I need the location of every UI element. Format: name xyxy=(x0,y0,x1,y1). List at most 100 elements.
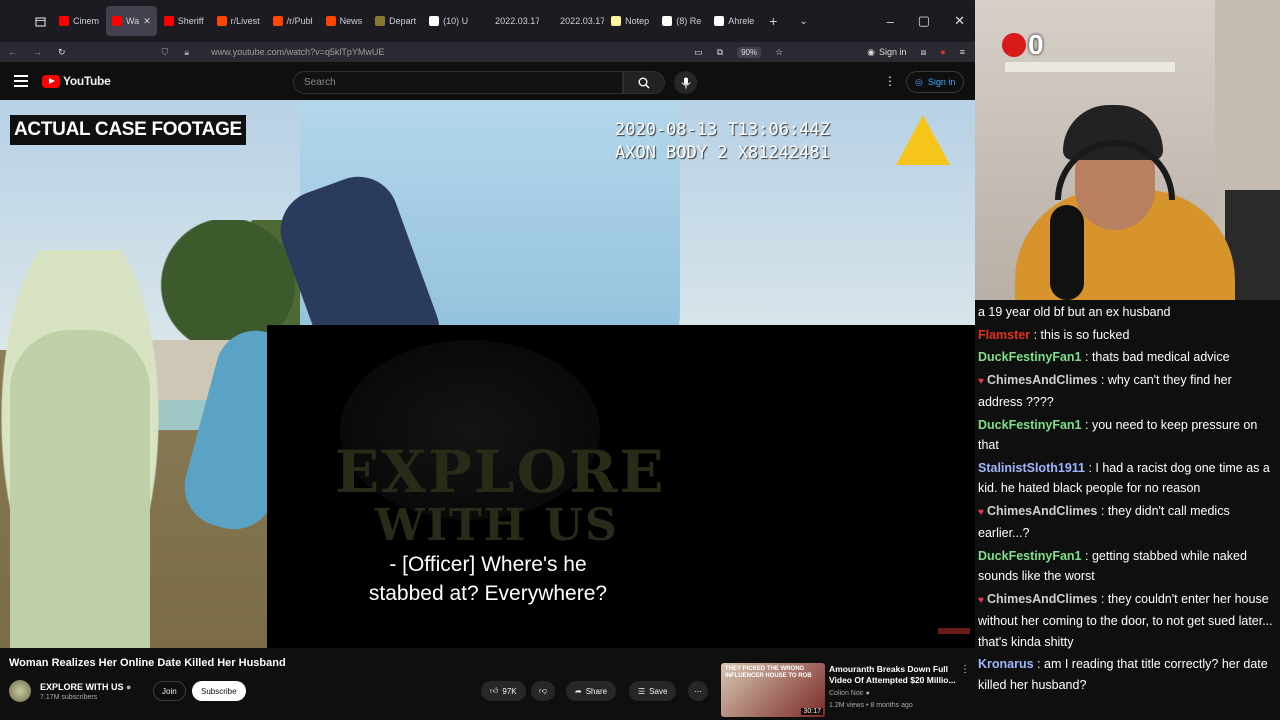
tab-label: News xyxy=(339,16,363,26)
tab-favicon-icon xyxy=(272,16,283,26)
tab-label: Depart xyxy=(389,16,417,26)
chat-username[interactable]: Kronarus xyxy=(978,657,1034,671)
minimize-icon[interactable]: – xyxy=(887,14,894,29)
browser-tab[interactable]: Sheriff xyxy=(158,6,210,36)
save-button[interactable]: ☰ Save xyxy=(629,681,677,701)
back-icon[interactable]: ← xyxy=(8,47,17,57)
browser-tab[interactable]: 2022.03.17 xyxy=(540,6,604,36)
video-player[interactable]: EXPLORE WITH US ACTUAL CASE FOOTAGE 2020… xyxy=(0,100,975,648)
search-input[interactable]: Search xyxy=(293,71,623,94)
tab-label: Cinem xyxy=(73,16,100,26)
bookmark-star-icon[interactable]: ☆ xyxy=(775,47,783,58)
chat-username[interactable]: DuckFestinyFan1 xyxy=(978,549,1082,563)
chat-username[interactable]: ChimesAndClimes xyxy=(987,373,1097,387)
nav-right-tools: ▭ ⧉ 90% ☆ ◉ Sign in ⧈ ● ≡ xyxy=(694,46,975,58)
tab-list-icon[interactable] xyxy=(27,0,53,42)
browser-sign-in[interactable]: Sign in xyxy=(879,47,907,57)
recommended-channel[interactable]: Colion Noir ● xyxy=(829,690,870,697)
live-chat: a 19 year old bf but an ex husband Flamst… xyxy=(975,300,1280,720)
browser-tab[interactable]: r/Livest xyxy=(211,6,266,36)
youtube-logo[interactable]: YouTube xyxy=(42,74,111,88)
heart-icon: ♥ xyxy=(978,594,984,606)
tab-overflow-icon[interactable]: ⌄ xyxy=(799,16,807,27)
save-label: Save xyxy=(649,686,668,696)
recommended-meta: 1.2M views • 8 months ago xyxy=(829,702,913,709)
tab-close-icon[interactable]: ✕ xyxy=(143,16,151,27)
chat-text: a 19 year old bf but an ex husband xyxy=(978,305,1171,319)
picture-in-picture-icon[interactable]: ⧉ xyxy=(717,47,723,58)
chat-username[interactable]: Flamster xyxy=(978,328,1030,342)
subscribe-button[interactable]: Subscribe xyxy=(192,681,246,701)
chat-username[interactable]: DuckFestinyFan1 xyxy=(978,350,1082,364)
reader-view-icon[interactable]: ▭ xyxy=(694,47,703,58)
channel-name[interactable]: EXPLORE WITH US ● xyxy=(40,682,131,692)
tab-strip: Cinem Wa ✕ Sheriff r/Livest/r/Publ News Depart… xyxy=(53,6,761,36)
recommended-title[interactable]: Amouranth Breaks Down Full Video Of Atte… xyxy=(829,664,957,686)
maximize-icon[interactable]: ▢ xyxy=(918,13,930,29)
tab-label: 2022.03.17 xyxy=(495,16,540,26)
chat-separator: : xyxy=(1030,327,1041,342)
account-icon[interactable]: ◉ xyxy=(867,47,875,58)
browser-tab[interactable]: (10) U xyxy=(423,6,474,36)
share-label: Share xyxy=(585,686,608,696)
channel-avatar[interactable] xyxy=(9,680,31,702)
tab-favicon-icon xyxy=(481,16,492,26)
url-bar[interactable]: www.youtube.com/watch?v=q5klTpYMwUE xyxy=(211,47,384,57)
dislike-button[interactable]: 👎︎ xyxy=(531,681,556,701)
chat-message: Kronarus : am I reading that title corre… xyxy=(978,654,1277,697)
shield-icon[interactable]: ⛉ xyxy=(162,47,169,58)
chat-username[interactable]: StalinistSloth1911 xyxy=(978,461,1085,475)
extensions-icon[interactable]: ⧈ xyxy=(921,47,927,58)
search-button[interactable] xyxy=(623,71,665,94)
new-tab-button[interactable]: + xyxy=(769,13,777,29)
browser-tab[interactable]: /r/Publ xyxy=(267,6,319,36)
reload-icon[interactable]: ↻ xyxy=(58,47,66,58)
tab-favicon-icon xyxy=(429,16,440,26)
chat-username[interactable]: ChimesAndClimes xyxy=(987,592,1097,606)
lock-icon[interactable]: 🔒︎ xyxy=(184,47,189,58)
like-button[interactable]: 👍︎ 97K xyxy=(481,681,526,701)
timestamp-line-1: 2020-08-13 T13:06:44Z xyxy=(615,120,830,140)
zoom-level[interactable]: 90% xyxy=(737,46,762,58)
browser-tab[interactable]: Notep xyxy=(605,6,655,36)
share-button[interactable]: ➦ Share xyxy=(566,681,617,701)
browser-tab[interactable]: (8) Re xyxy=(656,6,707,36)
thumbnail-text: THEY PICKED THE WRONG INFLUENCER HOUSE T… xyxy=(725,666,812,679)
recommended-channel-text: Colion Noir xyxy=(829,690,864,697)
menu-icon[interactable]: ≡ xyxy=(960,47,965,57)
more-actions-button[interactable]: ⋯ xyxy=(688,681,708,701)
close-window-icon[interactable]: ✕ xyxy=(954,13,965,29)
microphone-icon xyxy=(681,77,690,88)
recommended-thumbnail[interactable]: THEY PICKED THE WRONG INFLUENCER HOUSE T… xyxy=(721,663,825,717)
browser-tab[interactable]: Cinem xyxy=(53,6,105,36)
browser-tab[interactable]: Ahrele xyxy=(708,6,760,36)
heart-icon: ♥ xyxy=(978,506,984,518)
settings-kebab-icon[interactable]: ⋮ xyxy=(884,74,896,88)
youtube-play-icon xyxy=(42,74,60,88)
subtitle-line-2: stabbed at? Everywhere? xyxy=(368,582,608,605)
tab-favicon-icon xyxy=(216,16,227,26)
browser-tab[interactable]: Depart xyxy=(369,6,422,36)
join-button[interactable]: Join xyxy=(153,681,186,701)
addon-badge-icon[interactable]: ● xyxy=(940,47,945,57)
browser-tab[interactable]: News xyxy=(320,6,369,36)
forward-icon[interactable]: → xyxy=(33,47,42,57)
chat-username[interactable]: DuckFestinyFan1 xyxy=(978,418,1082,432)
watermark-line-2: WITH US xyxy=(375,500,619,551)
search-icon xyxy=(638,77,650,89)
hamburger-menu-icon[interactable] xyxy=(14,75,28,87)
voice-search-button[interactable] xyxy=(674,71,697,94)
channel-name-text: EXPLORE WITH US xyxy=(40,682,124,692)
thumbs-up-icon: 👍︎ xyxy=(490,686,499,695)
browser-tab[interactable]: Wa ✕ xyxy=(106,6,157,36)
chat-text: thats bad medical advice xyxy=(1091,350,1230,364)
chat-separator: : xyxy=(1081,350,1092,364)
verified-icon: ● xyxy=(126,682,132,692)
counter-value: 0 xyxy=(1028,29,1044,60)
browser-tab[interactable]: 2022.03.17 xyxy=(475,6,539,36)
recommended-menu-icon[interactable]: ⋮ xyxy=(960,664,970,675)
chat-username[interactable]: ChimesAndClimes xyxy=(987,504,1097,518)
youtube-sign-in-button[interactable]: ◎ Sign in xyxy=(906,71,965,93)
video-duration: 30:17 xyxy=(801,708,823,715)
verified-icon: ● xyxy=(865,690,870,697)
